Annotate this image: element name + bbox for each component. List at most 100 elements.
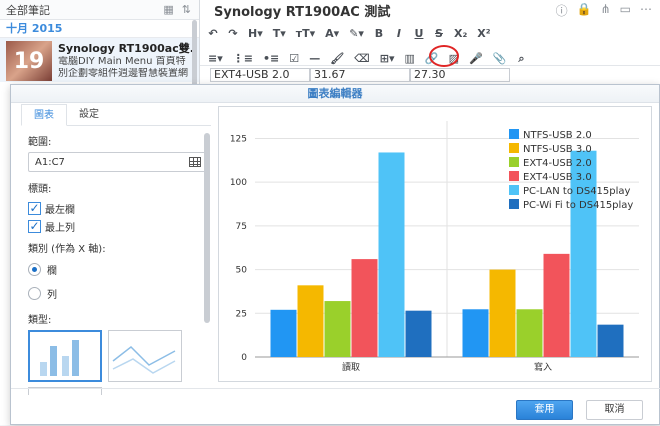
- more-icon[interactable]: ⋯: [640, 2, 652, 19]
- microphone-icon[interactable]: 🎤: [469, 52, 483, 65]
- font-size-icon[interactable]: ᴛT▾: [296, 27, 315, 40]
- heading-icon[interactable]: H▾: [248, 27, 263, 40]
- y-tick-label: 125: [230, 134, 247, 144]
- radio-label: 列: [47, 289, 57, 301]
- y-tick-label: 50: [236, 266, 248, 276]
- note-list-title: 全部筆記: [6, 3, 50, 17]
- share-icon[interactable]: ⋔: [601, 2, 611, 19]
- headers-label: 標頭:: [28, 184, 52, 195]
- type-label: 類型:: [28, 315, 52, 326]
- redo-icon[interactable]: ↷: [228, 27, 238, 40]
- radio-selected-icon: [28, 262, 41, 276]
- note-snippet-line1: 電腦DIY Main Menu 首頁特: [58, 56, 186, 67]
- select-range-icon[interactable]: [189, 157, 201, 167]
- note-snippet-line2: 別企劃零組件週邊智慧裝置網: [58, 68, 188, 79]
- bar: [489, 269, 516, 357]
- superscript-icon[interactable]: X²: [477, 27, 490, 40]
- sort-icon[interactable]: ⇅: [182, 3, 191, 16]
- chart-options-panel: 範圍: A1:C7 標頭: ✓ 最左欄 ✓ 最上列 類別 (作為 X 軸): 欄…: [28, 133, 206, 395]
- view-toggle-icon[interactable]: ▦: [163, 3, 173, 16]
- chart-type-line[interactable]: [108, 330, 182, 382]
- category-label: 類別 (作為 X 軸):: [28, 244, 106, 255]
- range-label: 範圍:: [28, 137, 52, 148]
- undo-icon[interactable]: ↶: [208, 27, 218, 40]
- horizontal-rule-icon[interactable]: —: [309, 52, 320, 65]
- radio-row[interactable]: 列: [28, 283, 206, 303]
- chart-preview: 0 25 50 75 100 125 讀取 寫入 NTFS-USB 2.0 NTFS-USB 3.…: [218, 106, 652, 382]
- x-tick-label: 讀取: [342, 361, 360, 373]
- bar: [324, 301, 351, 357]
- font-icon[interactable]: T▾: [273, 27, 286, 40]
- note-thumbnail: 19: [6, 41, 52, 81]
- insert-chart-icon[interactable]: ▥: [405, 52, 415, 65]
- table-icon[interactable]: ⊞▾: [380, 52, 395, 65]
- highlight-icon[interactable]: ✎▾: [349, 27, 364, 40]
- checkmark-icon: ✓: [28, 218, 41, 233]
- numbered-list-icon[interactable]: ⋮≡: [233, 52, 253, 65]
- note-table-row: EXT4-USB 2.0 31.67 27.30: [210, 68, 510, 82]
- bar: [543, 253, 570, 357]
- italic-icon[interactable]: I: [394, 27, 404, 40]
- bar-chart: 0 25 50 75 100 125 讀取 寫入 NTFS-USB 2.0 NTFS-USB 3.…: [230, 121, 639, 373]
- apply-button[interactable]: 套用: [516, 400, 573, 420]
- bar: [351, 259, 378, 357]
- range-input[interactable]: A1:C7: [28, 152, 206, 172]
- bar: [297, 285, 324, 357]
- legend-entry: PC-LAN to DS415play: [523, 186, 631, 197]
- subscript-icon[interactable]: X₂: [454, 27, 467, 40]
- eraser-icon[interactable]: ⌫: [354, 52, 370, 65]
- bold-icon[interactable]: B: [374, 27, 384, 40]
- chart-type-column[interactable]: [28, 330, 102, 382]
- y-tick-label: 100: [230, 178, 247, 188]
- options-scrollbar[interactable]: [204, 133, 210, 323]
- bullet-list-icon[interactable]: •≡: [263, 52, 279, 65]
- table-cell[interactable]: 27.30: [410, 68, 510, 82]
- legend-swatch: [509, 143, 519, 153]
- table-cell[interactable]: 31.67: [310, 68, 410, 82]
- align-icon[interactable]: ≡▾: [208, 52, 223, 65]
- table-cell[interactable]: EXT4-USB 2.0: [210, 68, 310, 82]
- legend-entry: EXT4-USB 2.0: [523, 158, 592, 169]
- column-chart-icon: [40, 340, 79, 376]
- checkbox-leftmost-column[interactable]: ✓ 最左欄: [28, 199, 206, 217]
- window-icon[interactable]: ▭: [620, 2, 631, 19]
- tab-chart[interactable]: 圖表: [21, 104, 67, 126]
- note-title: Synology RT1900ac雙...: [58, 42, 195, 55]
- bar: [462, 309, 489, 357]
- chart-button-highlight: [429, 45, 459, 67]
- lock-icon[interactable]: 🔒: [577, 2, 592, 19]
- strikethrough-icon[interactable]: S: [434, 27, 444, 40]
- dialog-title: 圖表編輯器: [11, 85, 659, 103]
- note-list-header: 全部筆記 ▦ ⇅: [0, 0, 199, 20]
- radio-unselected-icon: [28, 286, 41, 300]
- y-tick-label: 75: [236, 222, 247, 232]
- chart-editor-dialog: 圖表編輯器 圖表 設定 範圍: A1:C7 標頭: ✓ 最左欄 ✓ 最上列 類別…: [10, 84, 660, 425]
- checkbox-top-row[interactable]: ✓ 最上列: [28, 217, 206, 235]
- legend-entry: NTFS-USB 3.0: [523, 144, 592, 155]
- checkbox-label: 最左欄: [45, 204, 75, 216]
- cancel-button[interactable]: 取消: [586, 400, 643, 420]
- legend-swatch: [509, 199, 519, 209]
- font-color-icon[interactable]: A▾: [325, 27, 339, 40]
- radio-column[interactable]: 欄: [28, 259, 206, 279]
- checkmark-icon: ✓: [28, 200, 41, 215]
- month-group-label: 十月 2015: [0, 20, 199, 38]
- line-chart-icon: [112, 346, 176, 374]
- info-icon[interactable]: ⓘ: [556, 2, 568, 19]
- x-tick-label: 寫入: [534, 361, 552, 373]
- list-item[interactable]: 19 Synology RT1900ac雙... 電腦DIY Main Menu…: [0, 38, 199, 82]
- underline-icon[interactable]: U: [414, 27, 424, 40]
- binoculars-icon[interactable]: ⌕: [516, 52, 526, 66]
- dialog-tabs: 圖表 設定: [21, 104, 211, 126]
- bar: [597, 324, 624, 357]
- tab-settings[interactable]: 設定: [67, 104, 111, 125]
- dialog-buttons: 套用 取消: [11, 388, 660, 426]
- note-title-heading[interactable]: Synology RT1900AC 測試: [214, 1, 390, 20]
- format-painter-icon[interactable]: 🖌: [330, 52, 344, 65]
- format-toolbar: ↶ ↷ H▾ T▾ ᴛT▾ A▾ ✎▾ B I U S X₂ X² ≡▾ ⋮≡ …: [200, 20, 660, 67]
- checkbox-icon[interactable]: ☑: [289, 52, 299, 65]
- attachment-icon[interactable]: 📎: [493, 52, 507, 65]
- legend-entry: PC-Wi Fi to DS415play: [523, 200, 633, 211]
- bar: [378, 152, 405, 357]
- legend-swatch: [509, 171, 519, 181]
